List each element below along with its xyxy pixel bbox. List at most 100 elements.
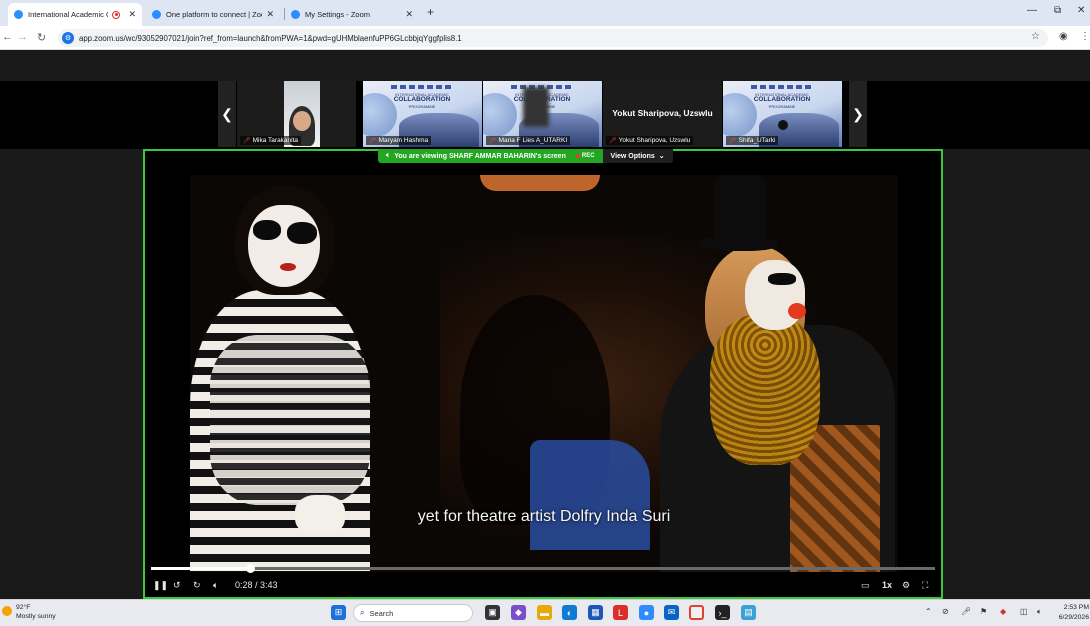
site-info-icon[interactable]: ⚙: [62, 32, 74, 44]
zoom-favicon-icon: [152, 10, 161, 19]
back-arrow-icon[interactable]: ←: [2, 31, 13, 43]
security-icon[interactable]: ⚑: [980, 607, 987, 616]
screen-share-banner: 🔈︎ You are viewing SHARF AMMAR BAHARIN's…: [378, 149, 673, 163]
slide-subtitle: PROGRAMME: [768, 104, 796, 109]
participant-name: Shifa_UTarki: [738, 137, 776, 144]
reload-icon[interactable]: ↻: [37, 31, 46, 44]
video-progress-bar[interactable]: [151, 564, 935, 573]
close-window-button[interactable]: ✕: [1077, 5, 1085, 16]
captions-icon[interactable]: ▭: [861, 577, 870, 593]
close-tab-icon[interactable]: ✕: [266, 9, 274, 20]
rec-indicator: REC: [576, 153, 595, 159]
weather-temperature: 92°F: [16, 604, 31, 611]
participant-name-tag: 🎤︎ Shifa_UTarki: [726, 136, 779, 145]
search-placeholder: Search: [369, 608, 394, 618]
store-icon[interactable]: ▦: [588, 605, 603, 620]
slide-title: COLLABORATION: [753, 96, 811, 103]
slide-subtitle: PROGRAMME: [408, 104, 436, 109]
weather-description: Mostly sunny: [16, 613, 56, 620]
playback-speed-button[interactable]: 1x: [882, 577, 892, 593]
slide-title: COLLABORATION: [393, 96, 451, 103]
microphone-icon[interactable]: 🎤︎: [961, 607, 971, 616]
tab-title: My Settings - Zoom: [305, 10, 371, 19]
terminal-icon[interactable]: ›_: [715, 605, 730, 620]
wifi-icon[interactable]: ◫: [1020, 607, 1028, 616]
show-hidden-icons-chevron-icon[interactable]: ⌃: [925, 607, 932, 616]
windows-taskbar: 92°F Mostly sunny ⊞ ⌕ Search ▣ ◆ ▬ ◐ ▦ L…: [0, 599, 1090, 626]
task-view-icon[interactable]: ▣: [485, 605, 500, 620]
speaker-icon: 🔈︎: [386, 152, 391, 159]
tab-title: International Academic Co: [28, 10, 109, 19]
mic-muted-icon: 🎤︎: [369, 138, 377, 144]
speaker-icon[interactable]: 🔈︎: [1037, 607, 1042, 617]
strip-next-arrow-icon[interactable]: ❯: [849, 81, 867, 147]
close-tab-icon[interactable]: ✕: [405, 9, 413, 20]
restore-button[interactable]: ⧉: [1054, 5, 1061, 16]
browser-tab-bar: International Academic Co ✕ One platform…: [0, 0, 1090, 26]
profile-icon[interactable]: ◉: [1059, 31, 1068, 42]
tab-one-platform[interactable]: One platform to connect | Zoo ✕: [146, 3, 280, 26]
participant-tile[interactable]: INTERNATIONAL ACADEMIC COLLABORATION PRO…: [723, 81, 842, 147]
minimize-button[interactable]: —: [1027, 5, 1037, 16]
windows-start-icon[interactable]: ⊞: [331, 605, 346, 620]
url-text: app.zoom.us/wc/93052907021/join?ref_from…: [79, 33, 462, 43]
photos-icon[interactable]: ▤: [741, 605, 756, 620]
blurred-region: [523, 87, 549, 127]
participant-tile[interactable]: INTERNATIONAL ACADEMIC COLLABORATION PRO…: [363, 81, 482, 147]
chrome-icon[interactable]: [689, 605, 704, 620]
participant-name: Maria F Lies A_UTARKI: [498, 137, 568, 144]
settings-gear-icon[interactable]: ⚙: [902, 577, 910, 593]
close-tab-icon[interactable]: ✕: [128, 9, 136, 20]
progress-fill: [151, 567, 250, 570]
chevron-down-icon: ⌄: [658, 153, 665, 160]
view-options-label: View Options: [610, 152, 655, 160]
progress-scrubber[interactable]: [245, 564, 255, 573]
mic-muted-icon: 🎤︎: [489, 138, 497, 144]
forward-10-icon[interactable]: ↻: [193, 577, 201, 593]
viewing-indicator: 🔈︎ You are viewing SHARF AMMAR BAHARIN's…: [378, 149, 603, 163]
participant-tile[interactable]: Yokut Sharipova, Uzswlu 🎤︎ Yokut Sharipo…: [603, 81, 722, 147]
tab-my-settings[interactable]: My Settings - Zoom ✕: [285, 3, 419, 26]
taskbar-clock[interactable]: 2:53 PM 6/29/2026: [1053, 603, 1089, 623]
mic-muted-icon: 🎤︎: [243, 138, 251, 144]
notification-app-icon[interactable]: ◆: [1000, 607, 1006, 616]
tab-title: One platform to connect | Zoo: [166, 10, 263, 19]
edge-browser-icon[interactable]: ◐: [562, 605, 577, 620]
mic-muted-icon: 🎤︎: [729, 138, 737, 144]
widgets-icon[interactable]: ◆: [511, 605, 526, 620]
file-explorer-icon[interactable]: ▬: [537, 605, 552, 620]
taskbar-search-input[interactable]: ⌕ Search: [353, 604, 473, 622]
participant-tile[interactable]: INTERNATIONAL ACADEMIC COLLABORATION PRO…: [483, 81, 602, 147]
zoom-favicon-icon: [291, 10, 300, 19]
participant-name-tag: 🎤︎ Maryam Hashma: [366, 136, 432, 145]
volume-icon[interactable]: 🔈︎: [213, 577, 218, 593]
url-input[interactable]: ⚙ app.zoom.us/wc/93052907021/join?ref_fr…: [58, 29, 1048, 47]
rewind-10-icon[interactable]: ↺: [173, 577, 181, 593]
bookmark-star-icon[interactable]: ☆: [1031, 31, 1040, 42]
forward-arrow-icon[interactable]: →: [17, 31, 28, 43]
participant-name: Mika Tarakanita: [252, 137, 299, 144]
address-bar-row: ← → ↻ ⚙ app.zoom.us/wc/93052907021/join?…: [0, 26, 1090, 50]
participant-tile[interactable]: 🎤︎ Mika Tarakanita: [237, 81, 356, 147]
app-l-icon[interactable]: L: [613, 605, 628, 620]
tab-international-academic[interactable]: International Academic Co ✕: [8, 3, 142, 26]
view-options-button[interactable]: View Options ⌄: [602, 149, 673, 163]
participant-avatar-dot: [778, 120, 788, 130]
weather-widget[interactable]: 92°F Mostly sunny: [2, 603, 56, 621]
fullscreen-icon[interactable]: ⛶: [922, 577, 928, 593]
mic-muted-icon: 🎤︎: [609, 138, 617, 144]
zoom-header: [0, 51, 1090, 81]
participant-name-tag: 🎤︎ Mika Tarakanita: [240, 136, 302, 145]
pause-icon[interactable]: ❚❚: [153, 577, 168, 593]
presenter-name: SHARF AMMAR BAHARIN's screen: [448, 152, 566, 160]
outlook-icon[interactable]: ✉: [664, 605, 679, 620]
new-tab-button[interactable]: +: [427, 5, 434, 19]
participant-name: Yokut Sharipova, Uzswlu: [618, 137, 691, 144]
sun-icon: [2, 606, 12, 616]
participant-name-tag: 🎤︎ Maria F Lies A_UTARKI: [486, 136, 571, 145]
zoom-app-icon[interactable]: ●: [639, 605, 654, 620]
more-menu-icon[interactable]: ⋮: [1080, 31, 1090, 42]
strip-prev-arrow-icon[interactable]: ❮: [218, 81, 236, 147]
clock-time: 2:53 PM: [1063, 604, 1089, 611]
network-icon[interactable]: ⊘: [942, 607, 949, 616]
